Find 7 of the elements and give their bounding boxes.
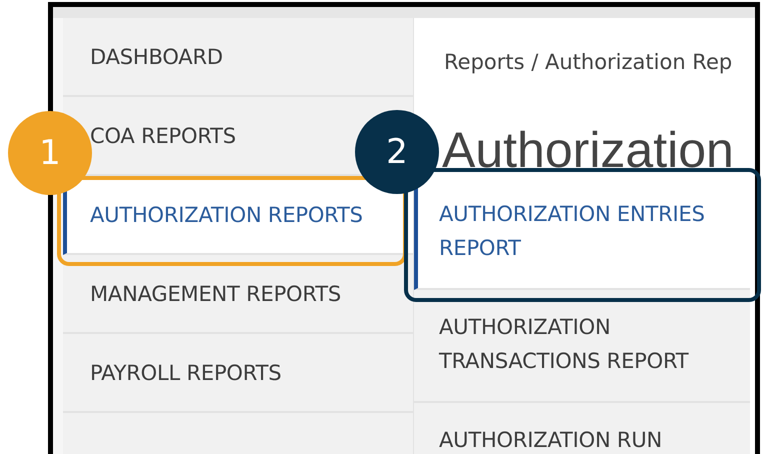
sidebar-item[interactable]: MANAGEMENT REPORTS: [63, 255, 413, 334]
submenu-item[interactable]: AUTHORIZATION TRANSACTIONS REPORT: [414, 290, 750, 403]
page-title: Authorization: [441, 122, 735, 177]
step-callout-tooltip: 1: [8, 111, 92, 195]
sidebar-item[interactable]: DASHBOARD: [63, 18, 413, 97]
submenu-item[interactable]: AUTHORIZATION RUN: [414, 403, 750, 454]
breadcrumb: Reports / Authorization Rep: [443, 49, 734, 76]
